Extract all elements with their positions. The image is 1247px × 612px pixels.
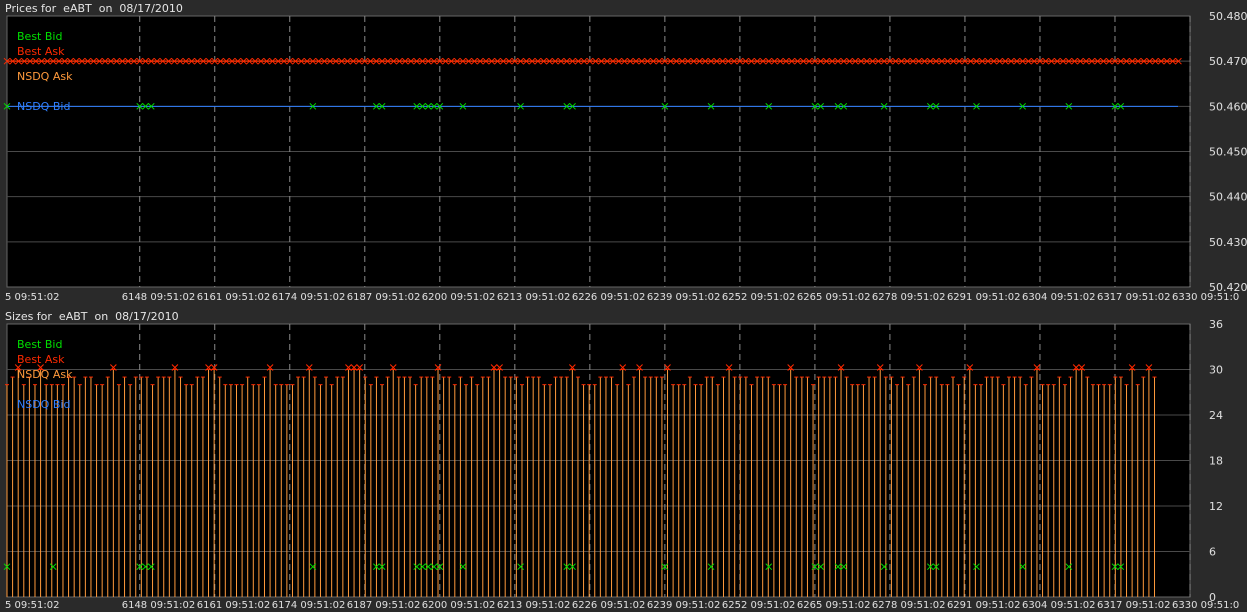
legend-nsdq-ask: NSDQ Ask bbox=[17, 70, 73, 83]
x-tick-label: 6187 09:51:02 bbox=[347, 292, 421, 303]
legend-best-ask: Best Ask bbox=[17, 45, 65, 58]
x-tick-label: 6226 09:51:02 bbox=[572, 292, 646, 303]
x-tick-label: 6239 09:51:02 bbox=[647, 292, 721, 303]
y-tick-label: 24 bbox=[1209, 409, 1223, 422]
x-tick-label: 6278 09:51:02 bbox=[872, 600, 946, 611]
x-tick-label: 5 09:51:02 bbox=[5, 292, 59, 303]
x-tick-label: 6317 09:51:02 bbox=[1097, 292, 1171, 303]
x-tick-label: 6187 09:51:02 bbox=[347, 600, 421, 611]
y-tick-label: 50.450 bbox=[1209, 146, 1247, 159]
x-tick-label: 6148 09:51:02 bbox=[122, 292, 196, 303]
x-tick-label: 6278 09:51:02 bbox=[872, 292, 946, 303]
sizes-panel: Sizes for eABT on 08/17/2010 36 30 24 18 12 6… bbox=[0, 308, 1247, 612]
x-tick-label: 6265 09:51:02 bbox=[797, 292, 871, 303]
sizes-legend: Best Bid Best Ask NSDQ Ask NSDQ Bid bbox=[17, 338, 72, 413]
sizes-chart: 3630241812605 09:51:02 6148 09:51:02 6161 … bbox=[3, 318, 1239, 611]
x-tick-label: 6330 09:51:0 bbox=[1172, 600, 1239, 611]
y-tick-label: 50.440 bbox=[1209, 191, 1247, 204]
x-tick-label: 5 09:51:02 bbox=[5, 600, 59, 611]
y-tick-label: 18 bbox=[1209, 455, 1223, 468]
prices-legend: Best Bid Best Ask NSDQ Ask NSDQ Bid bbox=[17, 30, 72, 115]
legend-best-bid: Best Bid bbox=[17, 30, 63, 43]
x-tick-label: 6304 09:51:02 bbox=[1022, 600, 1096, 611]
legend-nsdq-ask: NSDQ Ask bbox=[17, 368, 73, 381]
x-tick-label: 6200 09:51:02 bbox=[422, 292, 496, 303]
x-tick-label: 6252 09:51:02 bbox=[722, 292, 796, 303]
x-tick-label: 6291 09:51:02 bbox=[947, 292, 1021, 303]
x-tick-label: 6265 09:51:02 bbox=[797, 600, 871, 611]
x-tick-label: 6161 09:51:02 bbox=[197, 292, 271, 303]
x-tick-label: 6330 09:51:0 bbox=[1172, 292, 1239, 303]
x-tick-label: 6213 09:51:02 bbox=[497, 292, 571, 303]
y-tick-label: 50.480 bbox=[1209, 10, 1247, 23]
x-tick-label: 6291 09:51:02 bbox=[947, 600, 1021, 611]
legend-nsdq-bid: NSDQ Bid bbox=[17, 100, 71, 113]
y-tick-label: 50.470 bbox=[1209, 55, 1247, 68]
x-tick-label: 6200 09:51:02 bbox=[422, 600, 496, 611]
x-tick-label: 6174 09:51:02 bbox=[272, 292, 346, 303]
x-tick-label: 6213 09:51:02 bbox=[497, 600, 571, 611]
y-tick-label: 30 bbox=[1209, 364, 1223, 377]
legend-best-ask: Best Ask bbox=[17, 353, 65, 366]
prices-chart: 50.48050.47050.46050.45050.44050.43050.4… bbox=[3, 10, 1247, 303]
x-tick-label: 6317 09:51:02 bbox=[1097, 600, 1171, 611]
y-tick-label: 50.430 bbox=[1209, 236, 1247, 249]
x-tick-label: 6304 09:51:02 bbox=[1022, 292, 1096, 303]
y-tick-label: 12 bbox=[1209, 500, 1223, 513]
legend-nsdq-bid: NSDQ Bid bbox=[17, 398, 71, 411]
prices-panel: Prices for eABT on 08/17/2010 50.480 50.4… bbox=[0, 0, 1247, 306]
x-tick-label: 6161 09:51:02 bbox=[197, 600, 271, 611]
x-tick-label: 6239 09:51:02 bbox=[647, 600, 721, 611]
x-tick-label: 6148 09:51:02 bbox=[122, 600, 196, 611]
x-tick-label: 6174 09:51:02 bbox=[272, 600, 346, 611]
legend-best-bid: Best Bid bbox=[17, 338, 63, 351]
x-tick-label: 6252 09:51:02 bbox=[722, 600, 796, 611]
y-tick-label: 50.460 bbox=[1209, 100, 1247, 113]
y-tick-label: 6 bbox=[1209, 546, 1216, 559]
y-tick-label: 36 bbox=[1209, 318, 1223, 331]
x-tick-label: 6226 09:51:02 bbox=[572, 600, 646, 611]
